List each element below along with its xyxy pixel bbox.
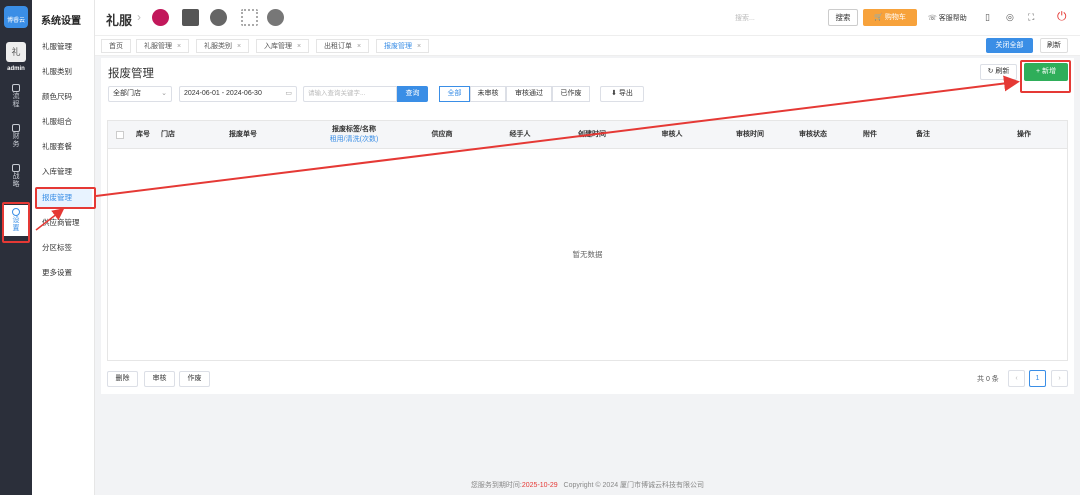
arrow-to-scrap: [35, 208, 65, 231]
app-window: 博睿云 礼 admin 流 程 财 务 战 略 设 置 系统设置 礼服管理 礼服…: [0, 0, 1080, 495]
annotation-arrows: [35, 75, 1020, 231]
arrow-to-add: [95, 75, 1020, 197]
